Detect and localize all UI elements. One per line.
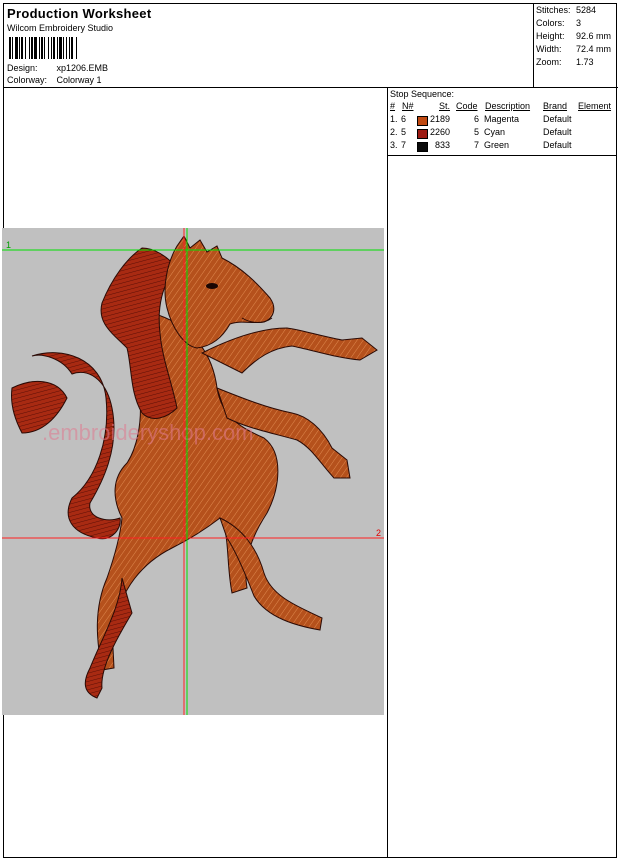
column-divider — [387, 156, 388, 858]
color-swatch — [417, 129, 428, 139]
stat-zoom: Zoom: 1.73 — [536, 57, 594, 67]
production-worksheet: Production Worksheet Wilcom Embroidery S… — [2, 3, 618, 858]
color-swatch — [417, 142, 428, 152]
stop-row: 1. 6 2189 6 Magenta Default — [390, 114, 572, 126]
design-stats: Stitches: 5284 Colors: 3 Height: 92.6 mm Wi… — [535, 4, 617, 69]
col-header-code: Code — [456, 101, 478, 111]
worksheet-title: Production Worksheet — [7, 6, 152, 21]
guide-marker-1: 1 — [6, 240, 11, 250]
worksheet-header: Production Worksheet Wilcom Embroidery S… — [4, 4, 618, 88]
col-header-element: Element — [578, 101, 612, 111]
col-header-stitches: St. — [439, 101, 451, 111]
design-preview: .embroideryshop.com 1 2 — [2, 228, 384, 715]
horse-eye — [206, 283, 218, 289]
stop-sequence-title: Stop Sequence: — [390, 89, 455, 99]
design-filename: xp1206.EMB — [56, 63, 109, 73]
barcode — [9, 37, 77, 59]
stop-row: 2. 5 2260 5 Cyan Default — [390, 127, 572, 139]
design-label: Design: — [7, 63, 38, 73]
colorway-label: Colorway: — [7, 75, 48, 85]
watermark-text: .embroideryshop.com — [42, 420, 254, 445]
stat-stitches: Stitches: 5284 — [536, 5, 597, 15]
color-swatch — [417, 116, 428, 126]
colorway-value: Colorway 1 — [56, 75, 102, 85]
horse-body — [84, 312, 323, 699]
stat-colors: Colors: 3 — [536, 18, 582, 28]
design-row: Design: xp1206.EMB — [7, 63, 108, 73]
col-header-description: Description — [485, 101, 531, 111]
stop-sequence-panel: Stop Sequence: # N# St. Code Description… — [387, 87, 617, 156]
col-header-number: # — [390, 101, 396, 111]
stop-row: 3. 7 833 7 Green Default — [390, 140, 572, 152]
horse-embroidery-preview: .embroideryshop.com 1 2 — [2, 228, 384, 715]
col-header-brand: Brand — [543, 101, 568, 111]
horse-tail — [11, 352, 121, 540]
software-name: Wilcom Embroidery Studio — [7, 23, 114, 33]
horse-head — [164, 235, 275, 349]
header-info: Production Worksheet Wilcom Embroidery S… — [4, 4, 534, 87]
col-header-needle: N# — [402, 101, 414, 111]
guide-marker-2: 2 — [376, 528, 381, 538]
stat-height: Height: 92.6 mm — [536, 31, 612, 41]
colorway-row: Colorway: Colorway 1 — [7, 75, 102, 85]
stat-width: Width: 72.4 mm — [536, 44, 612, 54]
